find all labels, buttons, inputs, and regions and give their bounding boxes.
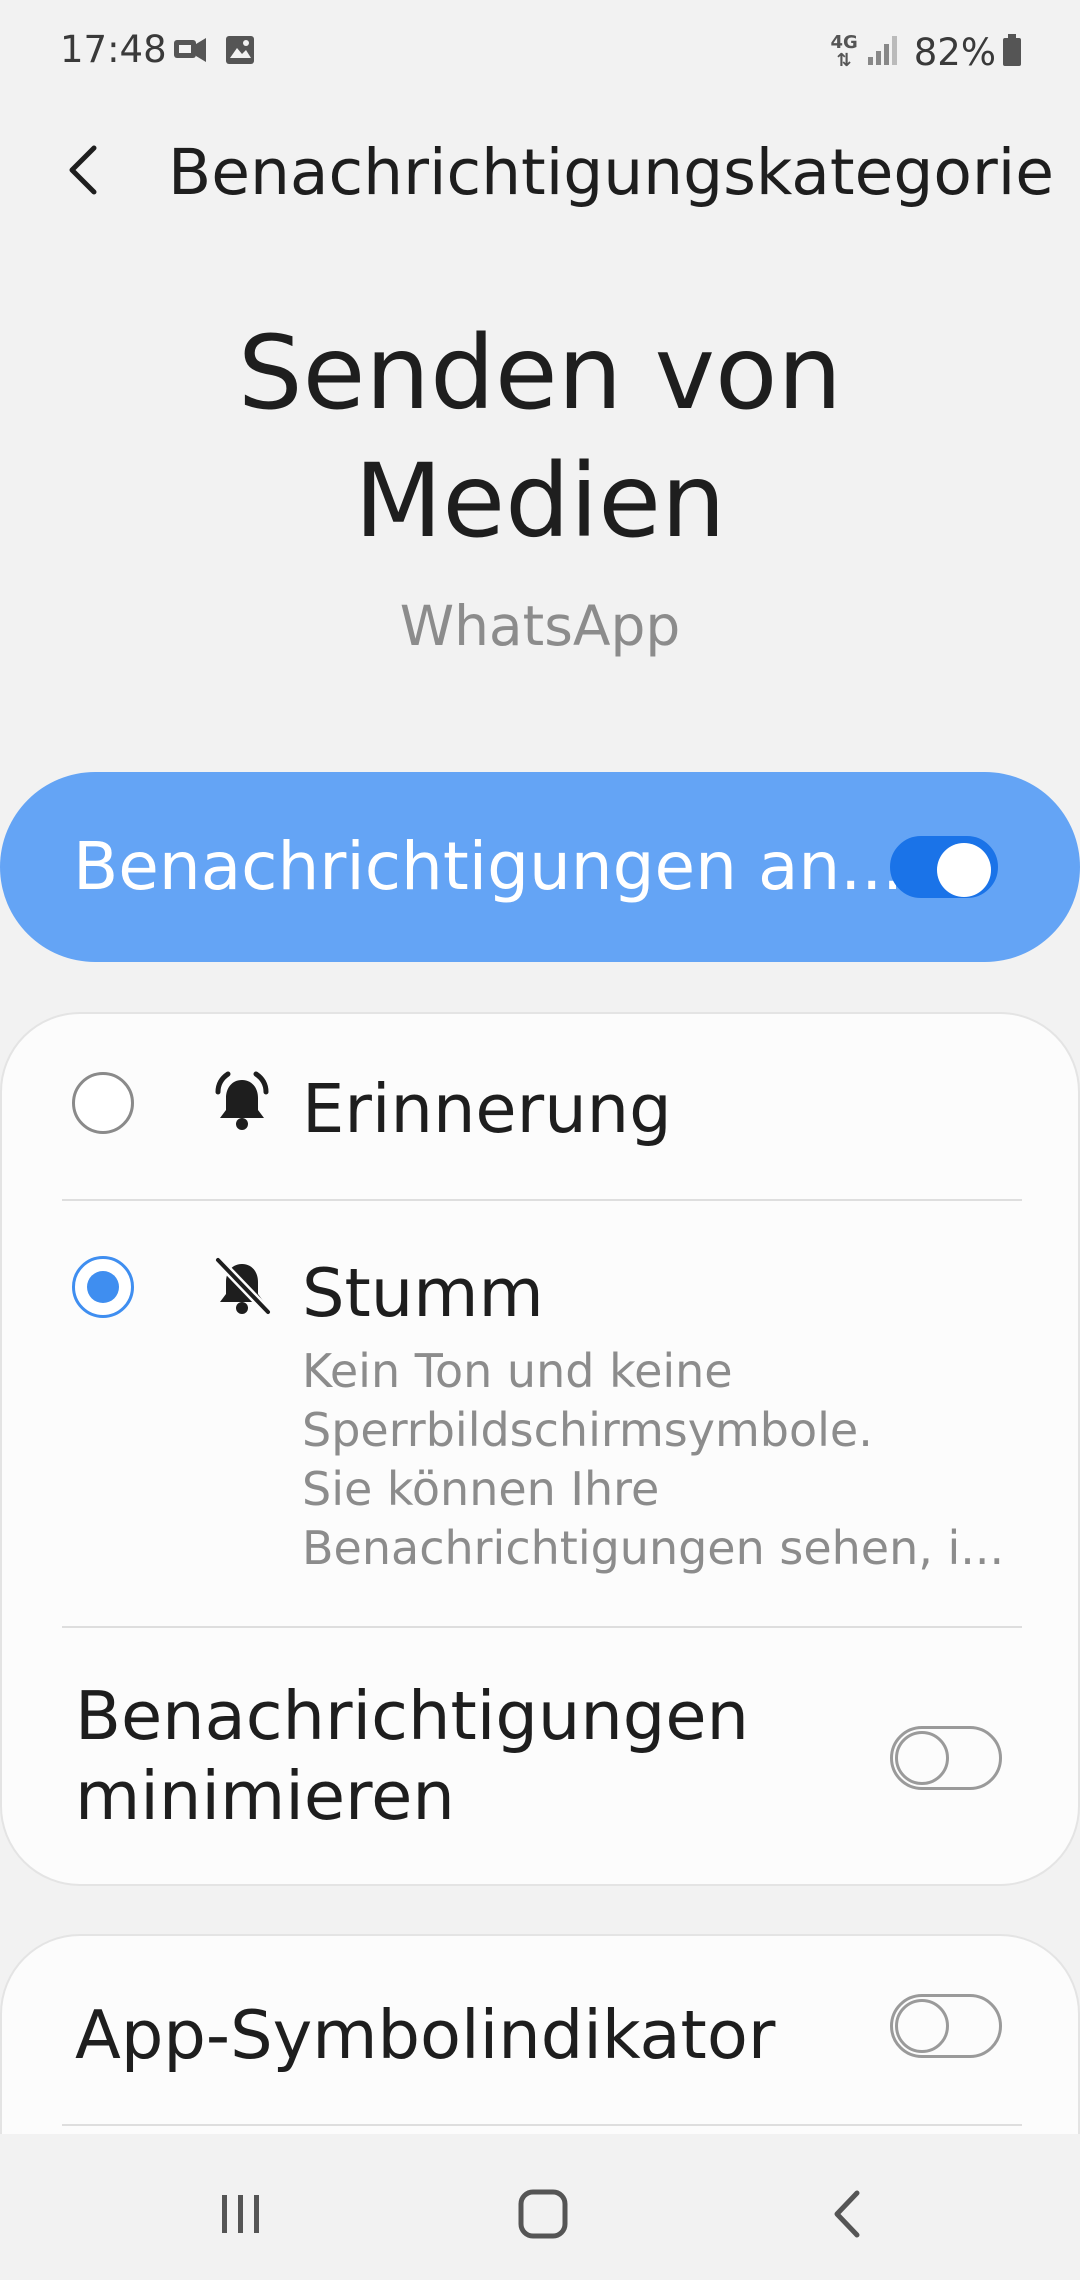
status-bar: 17:48 4G ⇅ 82% — [0, 0, 1080, 104]
option-description-stumm: Kein Ton und keine Sperrbildschirmsymbol… — [302, 1342, 1022, 1578]
battery-icon — [1002, 33, 1022, 71]
option-label-erinnerung: Erinnerung — [302, 1070, 672, 1148]
home-icon — [518, 2189, 568, 2239]
screen: 17:48 4G ⇅ 82% Benachrichtigungskategorie… — [0, 0, 1080, 2280]
status-time: 17:48 — [60, 28, 167, 71]
status-right: 4G ⇅ 82% — [830, 28, 1022, 76]
notifications-master-toggle[interactable]: Benachrichtigungen an... — [0, 772, 1080, 962]
navigation-bar — [0, 2140, 1080, 2280]
header-title: Benachrichtigungskategorie — [168, 136, 1055, 209]
radio-erinnerung[interactable] — [72, 1072, 134, 1134]
options-card: Erinnerung Stumm Kein Ton und keine Sper… — [0, 1012, 1080, 1886]
divider — [62, 1626, 1022, 1628]
chevron-left-icon — [69, 145, 97, 195]
minimize-label-line2: minimieren — [75, 1757, 455, 1835]
desc-line: Kein Ton und keine — [302, 1344, 733, 1398]
minimize-label-line1: Benachrichtigungen — [75, 1677, 750, 1755]
battery-percent: 82% — [913, 30, 996, 74]
back-icon — [834, 2190, 860, 2238]
minimize-label: Benachrichtigungen minimieren — [75, 1676, 749, 1836]
bell-off-icon — [213, 1255, 273, 1317]
recent-apps-button[interactable] — [206, 2184, 276, 2244]
home-button[interactable] — [508, 2184, 578, 2244]
switch-knob — [937, 843, 991, 897]
4g-icon: 4G ⇅ — [830, 32, 858, 71]
app-badge-label: App-Symbolindikator — [75, 1996, 776, 2074]
master-toggle-label: Benachrichtigungen an... — [73, 828, 904, 905]
minimize-switch[interactable] — [890, 1726, 1002, 1790]
desc-line: Benachrichtigungen sehen, i... — [302, 1521, 1005, 1575]
switch-knob — [895, 1999, 949, 2053]
app-badge-card: App-Symbolindikator — [0, 1934, 1080, 2134]
sim-card-icon — [172, 34, 208, 70]
image-icon — [224, 34, 256, 70]
page-title-line1: Senden von — [237, 314, 843, 433]
app-name: WhatsApp — [399, 594, 681, 658]
network-type: 4G — [830, 32, 858, 53]
back-button[interactable] — [62, 128, 126, 212]
signal-icon — [866, 33, 900, 71]
option-label-stumm: Stumm — [302, 1254, 544, 1332]
bell-ring-icon — [215, 1071, 269, 1130]
page-title: Senden von Medien — [0, 310, 1080, 566]
back-nav-button[interactable] — [812, 2184, 882, 2244]
app-badge-switch[interactable] — [890, 1994, 1002, 2058]
recent-apps-icon — [222, 2195, 259, 2233]
desc-line: Sperrbildschirmsymbole. — [302, 1403, 873, 1457]
desc-line: Sie können Ihre — [302, 1462, 660, 1516]
divider — [62, 1199, 1022, 1201]
master-switch[interactable] — [890, 836, 998, 898]
divider — [62, 2124, 1022, 2126]
radio-dot — [87, 1271, 119, 1303]
radio-stumm[interactable] — [72, 1256, 134, 1318]
switch-knob — [895, 1731, 949, 1785]
page-title-line2: Medien — [354, 442, 726, 561]
